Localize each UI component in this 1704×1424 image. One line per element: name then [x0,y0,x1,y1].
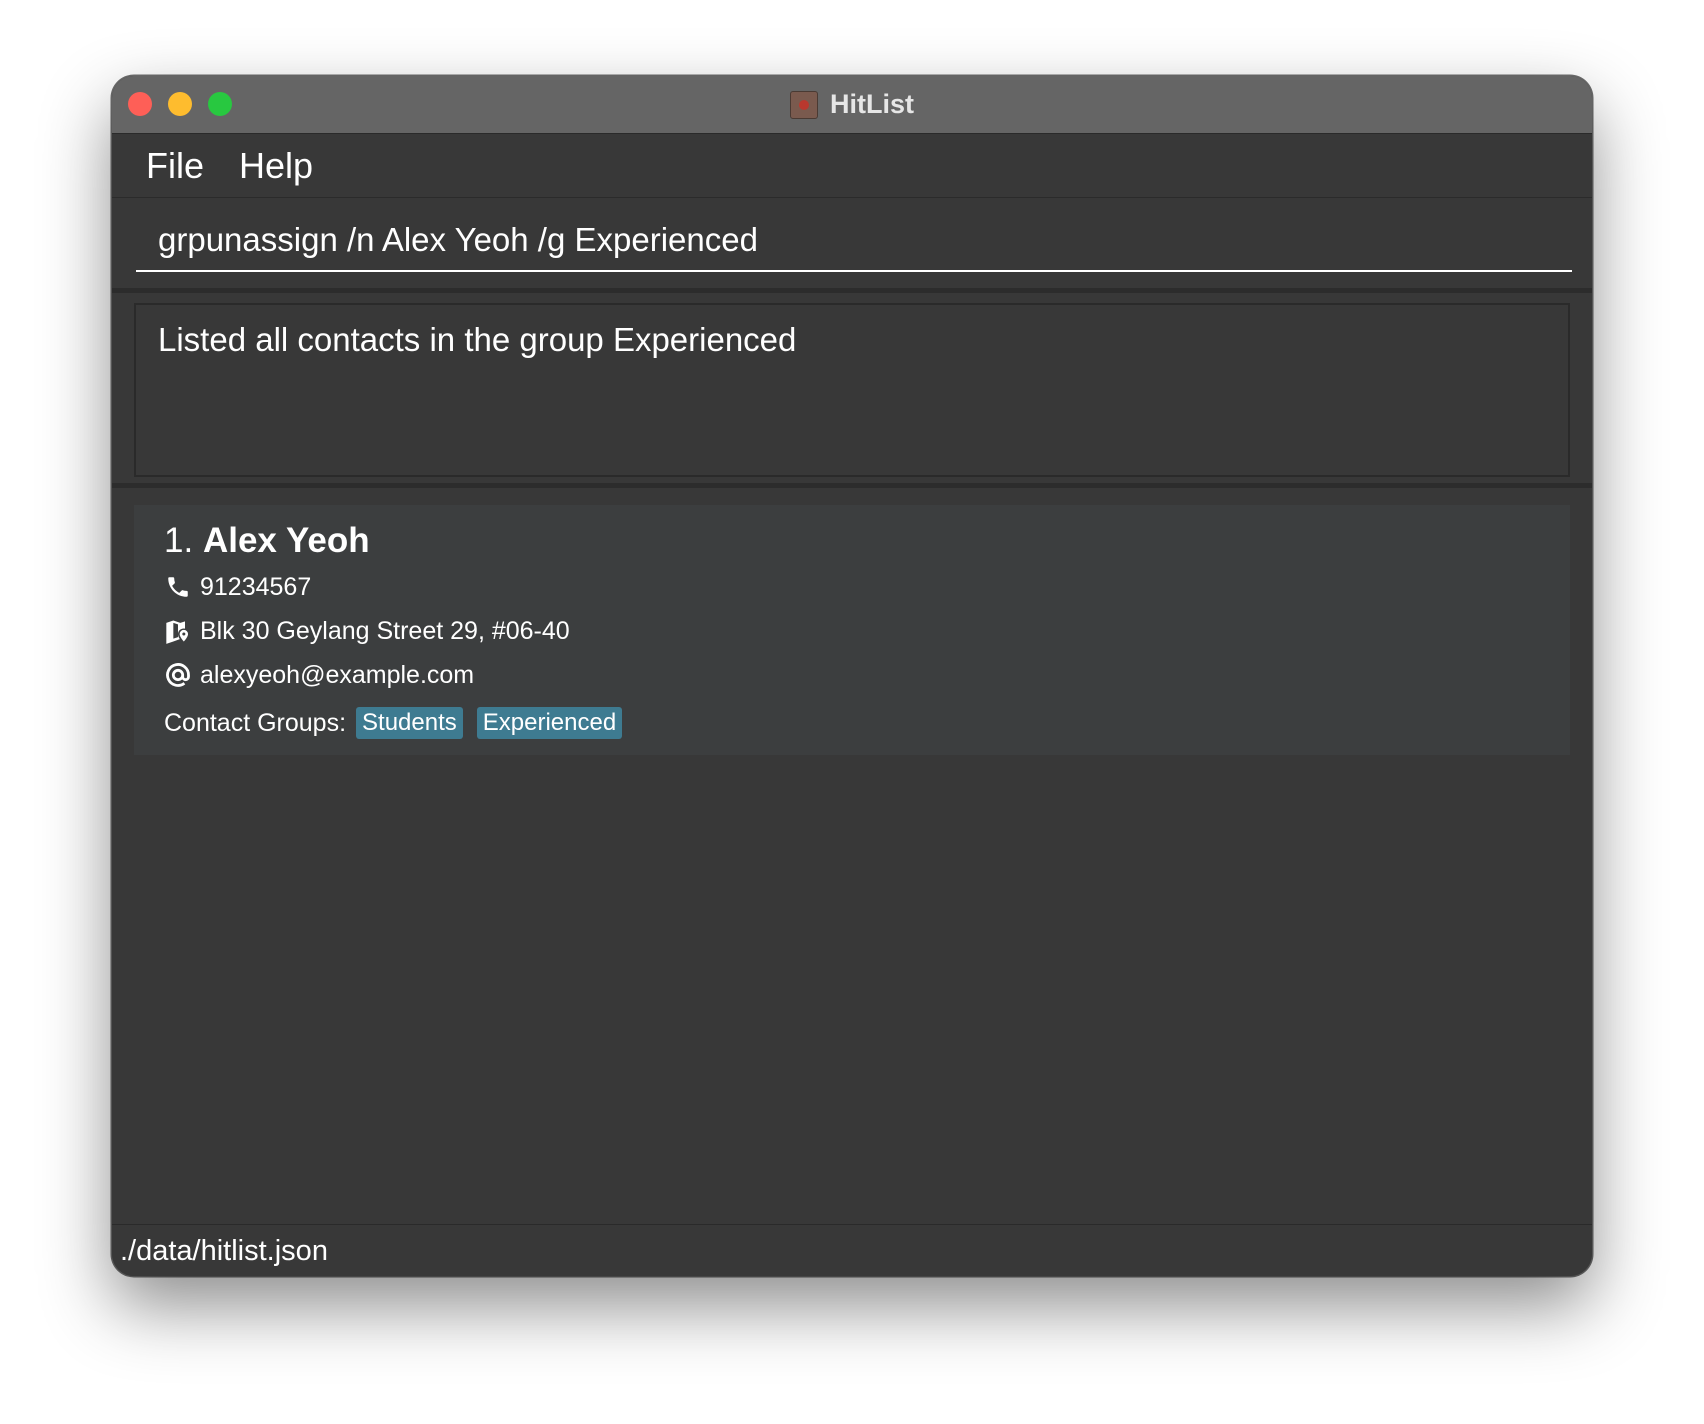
contact-email: alexyeoh@example.com [200,660,475,689]
result-display-area: Listed all contacts in the group Experie… [112,293,1592,488]
contact-email-row: alexyeoh@example.com [164,658,474,692]
menu-help[interactable]: Help [239,144,313,188]
contact-phone-row: 91234567 [164,570,311,604]
result-display: Listed all contacts in the group Experie… [134,303,1570,477]
menu-file[interactable]: File [146,144,204,188]
contact-name-line: 1. Alex Yeoh [164,519,370,563]
group-tag-experienced: Experienced [476,707,623,739]
command-box [112,198,1592,293]
contact-list[interactable]: 1. Alex Yeoh 91234567 Blk 30 Geylang Str… [112,488,1592,1223]
contact-name: Alex Yeoh [202,521,370,560]
contact-address: Blk 30 Geylang Street 29, #06-40 [200,616,570,645]
at-sign-icon [164,661,192,689]
contact-groups-row: Contact Groups: Students Experienced [164,706,636,740]
phone-icon [164,573,192,601]
contact-groups-label: Contact Groups: [164,708,347,737]
status-bar: ./data/hitlist.json [112,1224,1592,1276]
window-title: HitList [830,89,914,119]
title-bar[interactable]: HitList [112,76,1592,134]
group-tag-students: Students [356,707,463,739]
command-input[interactable] [136,210,1572,272]
app-window: HitList File Help Listed all contacts in… [112,76,1592,1276]
menu-bar: File Help [112,134,1592,198]
contact-address-row: Blk 30 Geylang Street 29, #06-40 [164,614,570,648]
contact-index: 1. [164,521,194,560]
contact-card[interactable]: 1. Alex Yeoh 91234567 Blk 30 Geylang Str… [134,505,1570,755]
hitlist-app-icon [790,90,818,119]
save-file-path: ./data/hitlist.json [120,1235,328,1267]
window-title-group: HitList [112,76,1592,133]
contact-phone: 91234567 [200,572,312,601]
map-marker-icon [164,617,192,645]
